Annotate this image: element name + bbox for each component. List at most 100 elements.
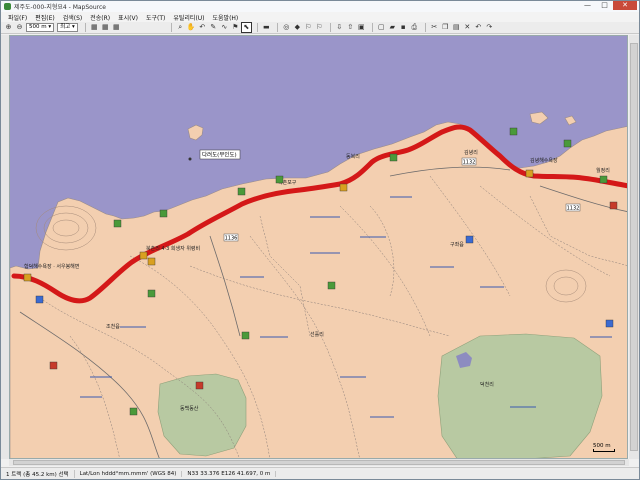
find-icon[interactable]: ◎ (282, 23, 291, 32)
map-products-2-icon[interactable]: ▦ (101, 23, 110, 32)
ruler-icon[interactable]: ▬ (262, 23, 271, 32)
map-products-icon[interactable]: ▦ (90, 23, 99, 32)
menu-help[interactable]: 도움말(H) (209, 13, 243, 22)
poi-marker-icon (237, 187, 246, 196)
poi-marker-icon (113, 219, 122, 228)
open-folder-icon[interactable]: ▰ (388, 23, 397, 32)
maximize-button[interactable]: □ (596, 1, 613, 10)
place-label-gimnyeong: 김녕리 (464, 149, 478, 156)
place-label-dongbaek: 동백동산 (180, 405, 199, 412)
poi-marker-icon (23, 273, 32, 282)
forest-area-east (437, 333, 603, 458)
vertical-scroll-thumb[interactable] (630, 43, 638, 451)
save-icon[interactable]: ▪ (399, 23, 408, 32)
find-address-icon[interactable]: ⚐ (315, 23, 324, 32)
poi-marker-icon (35, 295, 44, 304)
minimize-button[interactable]: — (579, 1, 596, 10)
zoom-scale-select[interactable]: 500 m ▾ (26, 23, 55, 32)
place-label-deokcheon: 덕천리 (480, 381, 494, 388)
road-number-label: 1136 (225, 236, 238, 242)
place-label-bukchon-memorial: 북촌리 4·3 희생자 위령비 (146, 245, 200, 252)
vertical-scrollbar[interactable] (629, 35, 639, 459)
island-label: 다려도(무인도) (202, 151, 237, 159)
pan-hand-icon[interactable]: ✋ (187, 23, 196, 32)
paste-icon[interactable]: ▤ (452, 23, 461, 32)
poi-marker-icon (129, 407, 138, 416)
menu-utilities[interactable]: 유틸리티(U) (169, 13, 208, 22)
tag-icon[interactable]: ◆ (293, 23, 302, 32)
place-label-gujwa: 구좌읍 (450, 241, 464, 248)
poi-marker-icon (49, 361, 58, 370)
horizontal-scrollbar[interactable] (9, 459, 629, 466)
redo-icon[interactable]: ↷ (485, 23, 494, 32)
waypoint-flag-icon[interactable]: ⚑ (231, 23, 240, 32)
poi-marker-icon (327, 281, 336, 290)
delete-icon[interactable]: ✕ (463, 23, 472, 32)
draw-track-icon[interactable]: ✎ (209, 23, 218, 32)
poi-marker-icon (139, 251, 148, 260)
print-icon[interactable]: ⎙ (410, 23, 419, 32)
close-button[interactable]: ✕ (613, 1, 637, 10)
place-label-jocheon: 조천읍 (106, 323, 120, 330)
left-pane-edge (1, 35, 9, 459)
toolbar: ⊕ ⊖ 500 m ▾ 최고 ▾ ▦ ▦ ▦ ⌕ ✋ ↶ ✎ ∿ ⚑ ⬉ ▬ ◎… (1, 22, 639, 34)
map-detail-select[interactable]: 최고 ▾ (57, 23, 78, 32)
road-number-label: 1132 (567, 206, 580, 212)
poi-marker-icon (465, 235, 474, 244)
poi-marker-icon (609, 201, 618, 210)
poi-marker-icon (563, 139, 572, 148)
zoom-in-icon[interactable]: ⊕ (4, 23, 13, 32)
poi-marker-icon (599, 175, 608, 184)
route-tool-icon[interactable]: ∿ (220, 23, 229, 32)
poi-marker-icon (509, 127, 518, 136)
map-scale-bar: 500 m (593, 443, 615, 452)
poi-marker-icon (195, 381, 204, 390)
select-arrow-icon[interactable]: ⬉ (240, 22, 252, 33)
status-bar: 1 트랙 (총 45.2 km) 선택 Lat/Lon hddd°mm.mmm'… (1, 467, 639, 479)
device-icon[interactable]: ▣ (357, 23, 366, 32)
poi-marker-icon (605, 319, 614, 328)
status-coordinates: N33 33.376 E126 41.697, 0 m (182, 470, 277, 477)
undo-icon[interactable]: ↶ (474, 23, 483, 32)
zoom-tool-icon[interactable]: ⌕ (176, 23, 185, 32)
map-view[interactable]: 1132 1132 1136 다려도(무인도) 함덕해수욕장 · 서우봉해변 북… (9, 35, 628, 459)
menu-tools[interactable]: 도구(T) (142, 13, 169, 22)
app-window: 제주도-000-지형요4 - MapSource — □ ✕ 파일(F) 편집(… (0, 0, 640, 480)
new-file-icon[interactable]: ▢ (377, 23, 386, 32)
horizontal-scroll-thumb[interactable] (13, 460, 625, 465)
map-canvas[interactable]: 1132 1132 1136 다려도(무인도) 함덕해수욕장 · 서우봉해변 북… (10, 36, 628, 459)
place-label-hamdeok: 함덕해수욕장 · 서우봉해변 (24, 263, 80, 270)
menu-view[interactable]: 표시(V) (114, 13, 142, 22)
place-label-seonheul: 선흘리 (310, 331, 324, 338)
poi-marker-icon (525, 169, 534, 178)
find-places-icon[interactable]: ⚐ (304, 23, 313, 32)
title-bar: 제주도-000-지형요4 - MapSource — □ ✕ (1, 1, 639, 12)
poi-marker-icon (339, 183, 348, 192)
poi-marker-icon (241, 331, 250, 340)
menu-file[interactable]: 파일(F) (4, 13, 31, 22)
zoom-out-icon[interactable]: ⊖ (15, 23, 24, 32)
send-to-device-icon[interactable]: ⇧ (346, 23, 355, 32)
mapsource-app-icon (4, 3, 11, 10)
status-position-format: Lat/Lon hddd°mm.mmm' (WGS 84) (75, 470, 183, 477)
menu-search[interactable]: 검색(S) (59, 13, 87, 22)
measure-icon[interactable]: ↶ (198, 23, 207, 32)
poi-marker-icon (159, 209, 168, 218)
menu-bar: 파일(F) 편집(E) 검색(S) 전송(R) 표시(V) 도구(T) 유틸리티… (1, 12, 639, 22)
poi-marker-icon (275, 175, 284, 184)
road-number-label: 1132 (463, 160, 476, 166)
menu-edit[interactable]: 편집(E) (31, 13, 59, 22)
place-label-gimnyeong-beach: 김녕해수욕장 (530, 157, 558, 164)
map-products-3-icon[interactable]: ▦ (112, 23, 121, 32)
place-label-dongbok: 동복리 (346, 153, 360, 160)
status-selection: 1 트랙 (총 45.2 km) 선택 (1, 469, 75, 478)
cut-icon[interactable]: ✂ (430, 23, 439, 32)
receive-from-device-icon[interactable]: ⇩ (335, 23, 344, 32)
poi-marker-icon (147, 289, 156, 298)
place-label-woljeong: 월정리 (596, 167, 610, 174)
window-title: 제주도-000-지형요4 - MapSource (14, 4, 106, 11)
copy-icon[interactable]: ❐ (441, 23, 450, 32)
poi-marker-icon (389, 153, 398, 162)
poi-marker-icon (147, 257, 156, 266)
menu-transfer[interactable]: 전송(R) (86, 13, 114, 22)
